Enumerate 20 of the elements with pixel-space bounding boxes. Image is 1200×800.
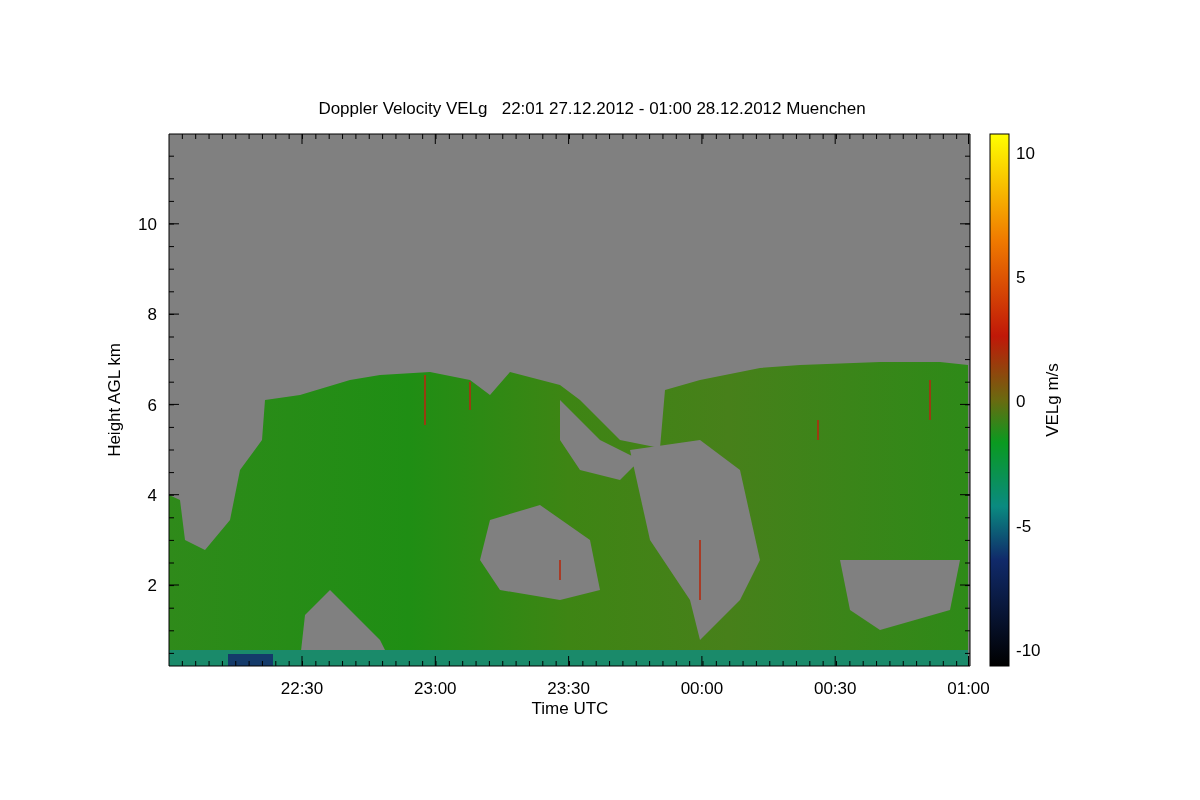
chart-title: Doppler Velocity VELg 22:01 27.12.2012 - 01:00 28.12.2012 Muenchen <box>318 99 866 118</box>
colorbar-tick-label: 5 <box>1016 268 1026 288</box>
colorbar-tick-label: -10 <box>1016 640 1041 660</box>
y-tick-label: 8 <box>147 305 157 325</box>
x-tick-label: 00:00 <box>680 679 724 698</box>
x-tick-label: 00:30 <box>813 679 857 698</box>
colorbar-label: VELg m/s <box>1043 363 1062 437</box>
y-tick-label: 2 <box>147 576 157 596</box>
x-tick-label: 01:00 <box>947 679 990 698</box>
colorbar-tick-label: -5 <box>1016 516 1032 536</box>
colorbar-tick-label: 0 <box>1016 392 1026 412</box>
colorbar-tick-label: 10 <box>1016 144 1035 163</box>
x-tick-label: 23:00 <box>414 679 457 698</box>
y-tick-label: 4 <box>147 485 157 505</box>
y-tick-label: 10 <box>138 215 157 234</box>
x-tick-label: 23:30 <box>547 679 590 698</box>
y-axis-label: Height AGL km <box>105 343 124 457</box>
x-axis-label: Time UTC <box>531 699 609 718</box>
x-tick-label: 22:30 <box>280 679 324 698</box>
y-tick-label: 6 <box>147 395 157 415</box>
